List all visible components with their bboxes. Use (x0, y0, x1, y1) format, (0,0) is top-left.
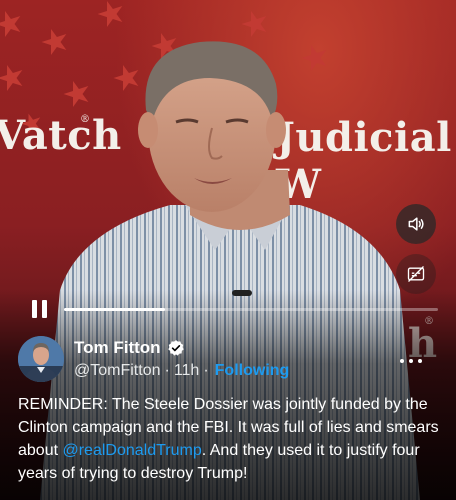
captions-button[interactable] (396, 254, 436, 294)
following-button[interactable]: Following (215, 362, 290, 380)
tweet-author: Tom Fitton @TomFitton · 11h · Following (74, 337, 289, 380)
tweet-text: REMINDER: The Steele Dossier was jointly… (18, 393, 442, 485)
more-icon (400, 359, 404, 363)
mention-link[interactable]: @realDonaldTrump (62, 442, 201, 459)
author-handle[interactable]: @TomFitton (74, 362, 160, 380)
meta-separator: · (203, 362, 209, 379)
speaker-icon (408, 217, 424, 231)
avatar[interactable] (18, 336, 64, 382)
more-options-button[interactable] (400, 350, 422, 372)
pause-button[interactable] (32, 300, 48, 318)
avatar-image (18, 336, 64, 382)
video-progress-fill (64, 308, 165, 311)
pause-icon (32, 300, 37, 318)
verified-icon (167, 340, 184, 356)
author-name[interactable]: Tom Fitton (74, 338, 161, 358)
video-progress-bar[interactable] (64, 308, 438, 311)
volume-button[interactable] (396, 204, 436, 244)
tweet-time[interactable]: 11h (174, 362, 200, 380)
meta-separator: · (164, 362, 170, 379)
captions-off-icon (407, 266, 425, 282)
